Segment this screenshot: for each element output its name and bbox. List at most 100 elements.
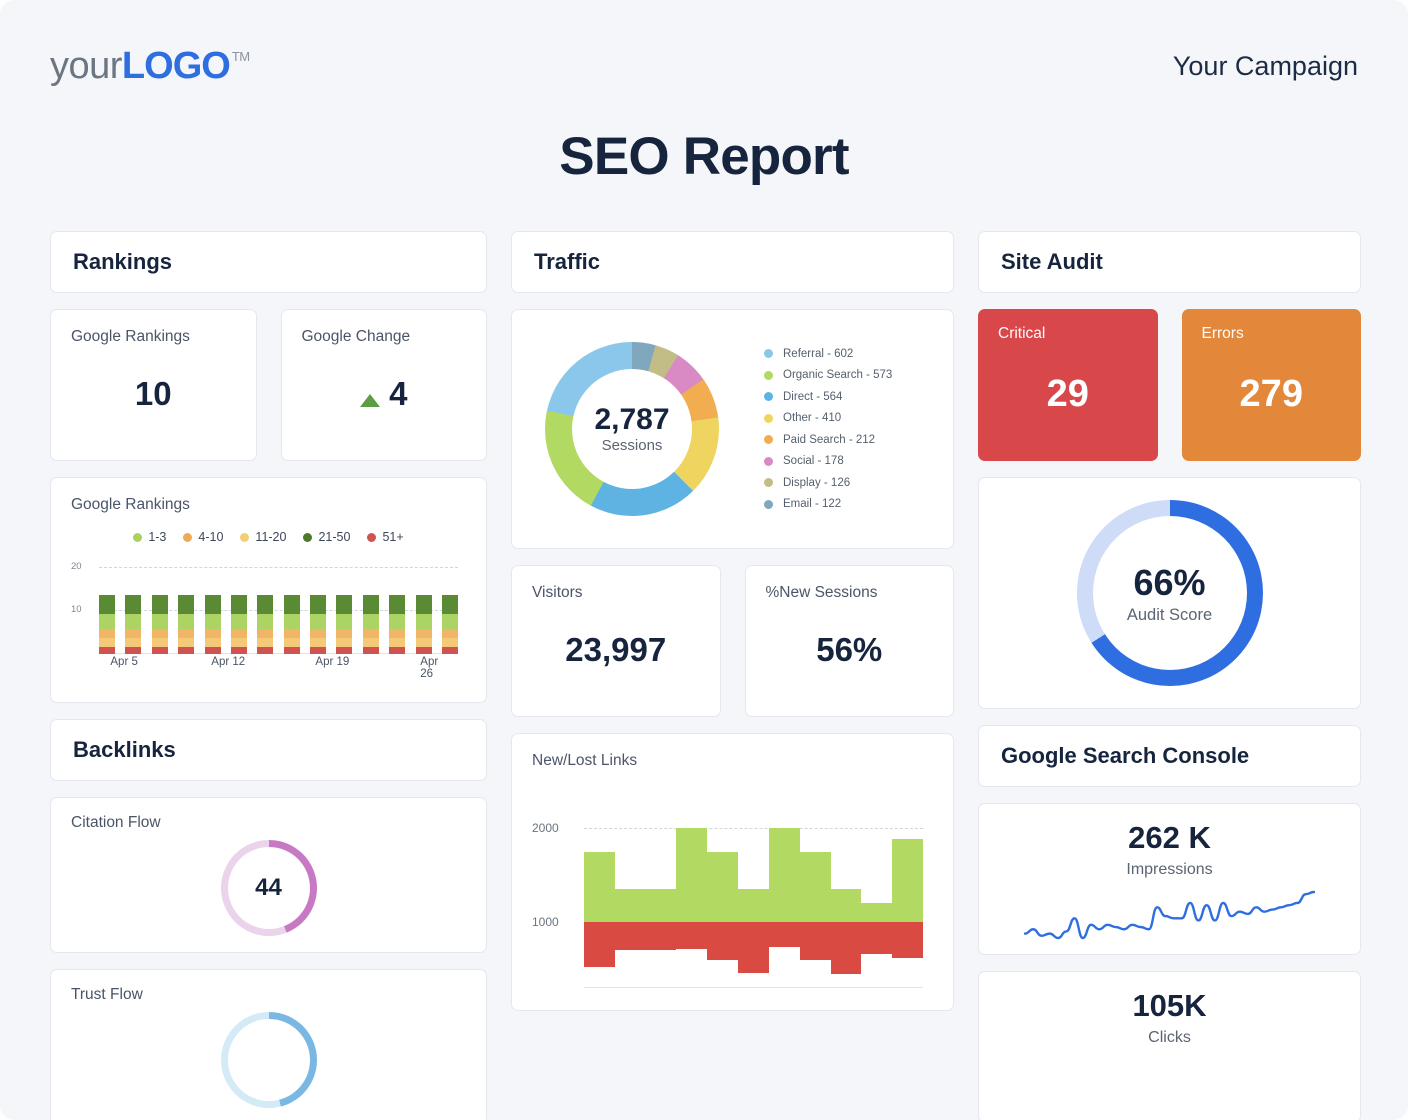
chart-new-lost-links[interactable]: New/Lost Links 2000 1000 [511,733,954,1011]
traffic-legend-item[interactable]: Email - 122 [764,498,933,510]
legend-dot-icon [764,478,773,488]
rankings-bar-segment [283,595,300,614]
tile-critical-value: 29 [1046,372,1089,415]
tile-new-sessions[interactable]: %New Sessions 56% [744,565,954,717]
rankings-bar[interactable] [415,595,432,654]
traffic-legend-item[interactable]: Display - 126 [764,477,933,489]
rankings-bar-segment [204,629,221,638]
column-rankings-backlinks: Rankings Google Rankings 10 Google Chang… [50,231,487,1120]
chart-google-rankings[interactable]: Google Rankings 1-3 4-10 11-20 21-50 51+ 20 … [50,477,487,703]
traffic-legend-item[interactable]: Organic Search - 573 [764,369,933,381]
legend-label: Referral - 602 [783,347,854,360]
column-audit-gsc: Site Audit Critical 29 Errors 279 66% Au… [978,231,1361,1120]
rankings-bar-segment [310,613,326,630]
legend-label: Other - 410 [783,412,842,425]
links-bar[interactable] [830,800,862,988]
rankings-bar[interactable] [151,595,168,654]
links-bar[interactable] [614,800,646,988]
links-bar[interactable] [584,800,615,988]
chart-google-rankings-legend: 1-3 4-10 11-20 21-50 51+ [71,530,466,544]
card-impressions[interactable]: 262 K Impressions [978,803,1361,955]
links-bar[interactable] [738,800,769,988]
trust-flow-value [227,1019,310,1101]
rankings-bar[interactable] [283,595,300,654]
tile-google-change[interactable]: Google Change 4 [280,309,487,461]
links-bar[interactable] [676,800,708,988]
legend-label: Display - 126 [783,476,851,489]
rankings-bar-segment [336,629,353,638]
links-bar-lost [738,922,769,973]
rankings-bar-segment [441,637,458,648]
tile-critical[interactable]: Critical 29 [978,309,1158,461]
card-clicks[interactable]: 105K Clicks [978,971,1361,1120]
rankings-legend-item[interactable]: 4-10 [183,530,223,544]
rankings-bar-segment [151,613,168,630]
rankings-bar-segment [362,647,379,654]
tile-google-rankings[interactable]: Google Rankings 10 [50,309,257,461]
rankings-bar-segment [230,595,247,614]
tile-new-sessions-label: %New Sessions [765,584,878,601]
rankings-bar-segment [125,637,142,648]
links-bar-lost [707,922,739,960]
chart-traffic-sources[interactable]: 2,787 Sessions Referral - 602 Organic Sea… [511,309,954,549]
rankings-bar[interactable] [362,595,379,654]
links-bar[interactable] [645,800,677,988]
logo-main: LOGO [121,44,231,87]
links-y-tick-1000: 1000 [532,915,559,930]
rankings-bar[interactable] [178,595,195,654]
rankings-legend-item[interactable]: 51+ [367,530,404,544]
links-bar[interactable] [799,800,831,988]
links-bar-lost [830,922,862,974]
card-trust-flow[interactable]: Trust Flow [50,969,487,1120]
rankings-bar-segment [283,647,300,654]
card-citation-flow[interactable]: Citation Flow 44 [50,797,487,953]
triangle-up-icon [360,393,381,407]
audit-score-label: Audit Score [1126,605,1213,624]
rankings-bar-segment [204,595,221,614]
tile-errors[interactable]: Errors 279 [1181,309,1361,461]
rankings-bar[interactable] [336,595,353,654]
traffic-legend-item[interactable]: Paid Search - 212 [764,434,933,446]
rankings-bar[interactable] [441,595,458,654]
traffic-legend: Referral - 602 Organic Search - 573 Direct… [732,348,933,510]
tile-errors-label: Errors [1201,325,1244,342]
links-bar-new [892,839,923,923]
rankings-legend-item[interactable]: 11-20 [240,530,286,544]
links-bars [584,800,923,988]
tile-errors-value: 279 [1239,372,1303,415]
rankings-bar-segment [151,595,168,614]
rankings-bar-segment [441,613,458,630]
rankings-bar[interactable] [204,595,221,654]
rankings-legend-item[interactable]: 21-50 [303,530,350,544]
rankings-bars [99,558,458,654]
audit-score-donut: 66% Audit Score [1076,500,1263,686]
tile-visitors[interactable]: Visitors 23,997 [511,565,721,717]
rankings-bar[interactable] [230,595,247,654]
traffic-legend-item[interactable]: Other - 410 [764,412,933,424]
chart-audit-score[interactable]: 66% Audit Score [978,477,1361,709]
links-bar-lost [768,922,800,947]
rankings-bar[interactable] [99,595,115,654]
rankings-bar-segment [441,629,458,638]
rankings-bar[interactable] [389,595,406,654]
links-bar-lost [892,922,923,958]
rankings-bar[interactable] [310,595,326,654]
rankings-legend-item[interactable]: 1-3 [133,530,166,544]
links-bar-new [768,828,800,923]
traffic-legend-item[interactable]: Social - 178 [764,455,933,467]
rankings-bar[interactable] [125,595,142,654]
tile-google-change-value: 4 [389,375,408,412]
links-bar[interactable] [768,800,800,988]
rankings-bar-segment [257,629,274,638]
traffic-legend-item[interactable]: Direct - 564 [764,391,933,403]
links-bar[interactable] [861,800,893,988]
links-bar-new [584,851,615,923]
links-bar[interactable] [707,800,739,988]
section-header-site-audit: Site Audit [978,231,1361,293]
legend-label: 1-3 [148,530,167,544]
rankings-bar[interactable] [257,595,274,654]
legend-label: 21-50 [318,530,351,544]
rankings-bar-segment [125,595,142,614]
links-bar[interactable] [892,800,923,988]
traffic-legend-item[interactable]: Referral - 602 [764,348,933,360]
